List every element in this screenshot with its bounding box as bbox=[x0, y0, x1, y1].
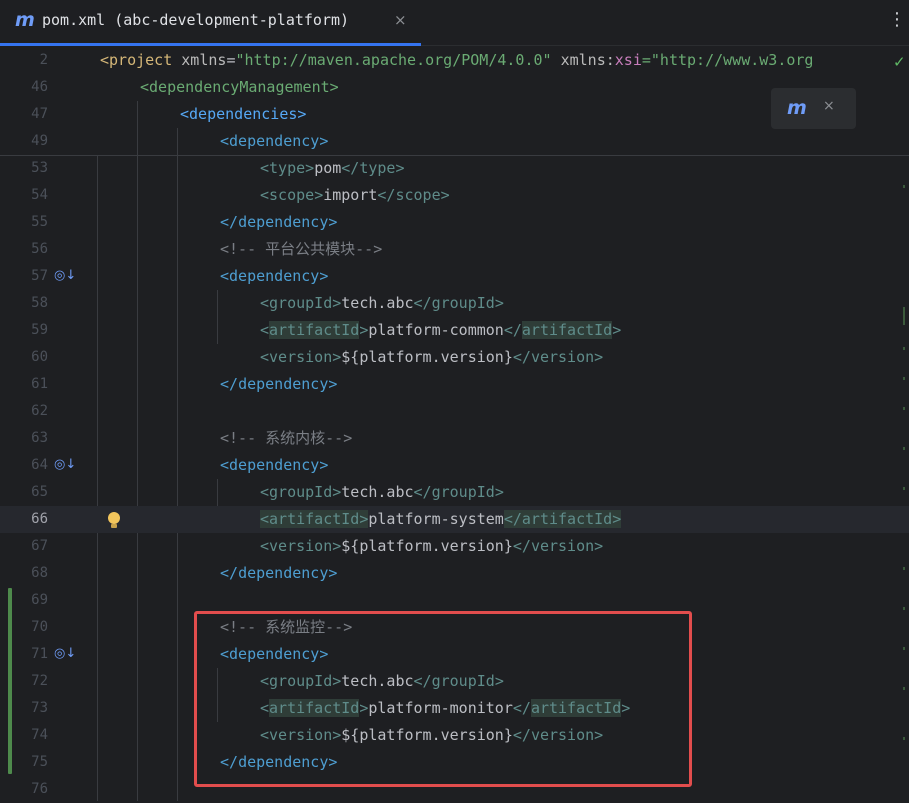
code-text: <artifactId>platform-common</artifactId> bbox=[260, 321, 622, 339]
code-line: 49 <dependency> bbox=[0, 128, 909, 155]
navigate-to-module-icon[interactable]: ◎↓ bbox=[54, 457, 76, 472]
scrollbar-marker[interactable] bbox=[903, 377, 905, 380]
line-number: 61 bbox=[31, 376, 48, 392]
code-text: <version>${platform.version}</version> bbox=[260, 537, 604, 555]
code-line: 54 <scope>import</scope> bbox=[0, 182, 909, 209]
code-line: 53 <type>pom</type> bbox=[0, 155, 909, 182]
code-line: 58 <groupId>tech.abc</groupId> bbox=[0, 290, 909, 317]
code-line: 55 </dependency> bbox=[0, 209, 909, 236]
code-line: 68 </dependency> bbox=[0, 560, 909, 587]
maven-reload-popup: m × bbox=[771, 88, 856, 129]
line-number: 70 bbox=[31, 619, 48, 635]
maven-file-icon: m bbox=[15, 9, 35, 31]
highlight-annotation-box bbox=[194, 611, 692, 787]
tab-title: pom.xml (abc-development-platform) bbox=[42, 11, 350, 29]
code-line: 63 <!-- 系统内核--> bbox=[0, 425, 909, 452]
line-number: 67 bbox=[31, 538, 48, 554]
code-text: <artifactId>platform-system</artifactId> bbox=[260, 510, 622, 528]
line-number: 49 bbox=[31, 133, 48, 149]
checkmark-icon: ✓ bbox=[893, 53, 906, 71]
editor-tab-bar: m pom.xml (abc-development-platform) × ⋮ bbox=[0, 0, 909, 46]
code-line: 62 bbox=[0, 398, 909, 425]
code-text: <groupId>tech.abc</groupId> bbox=[260, 483, 504, 501]
scrollbar-marker[interactable] bbox=[903, 407, 905, 410]
comment-text: <!-- 平台公共模块--> bbox=[220, 240, 383, 258]
line-number: 56 bbox=[31, 241, 48, 257]
navigate-to-module-icon[interactable]: ◎↓ bbox=[54, 268, 76, 283]
code-line: 57 ◎↓ <dependency> bbox=[0, 263, 909, 290]
code-line: 59 <artifactId>platform-common</artifact… bbox=[0, 317, 909, 344]
line-number: 68 bbox=[31, 565, 48, 581]
more-options-icon[interactable]: ⋮ bbox=[888, 9, 906, 30]
active-tab-indicator bbox=[0, 43, 421, 46]
line-number: 69 bbox=[31, 592, 48, 608]
line-number: 59 bbox=[31, 322, 48, 338]
line-number: 54 bbox=[31, 187, 48, 203]
line-number: 58 bbox=[31, 295, 48, 311]
line-number: 64 bbox=[31, 457, 48, 473]
close-icon[interactable]: × bbox=[823, 98, 835, 114]
comment-text: <!-- 系统内核--> bbox=[220, 429, 353, 447]
lightbulb-icon[interactable] bbox=[108, 512, 120, 528]
scrollbar-marker[interactable] bbox=[903, 447, 905, 450]
navigate-to-module-icon[interactable]: ◎↓ bbox=[54, 646, 76, 661]
scrollbar-marker[interactable] bbox=[903, 567, 905, 570]
scrollbar-marker[interactable] bbox=[903, 347, 905, 350]
line-number: 57 bbox=[31, 268, 48, 284]
code-line: 69 bbox=[0, 587, 909, 614]
line-number: 47 bbox=[31, 106, 48, 122]
line-number: 60 bbox=[31, 349, 48, 365]
code-text: <scope>import</scope> bbox=[260, 186, 450, 204]
line-number: 63 bbox=[31, 430, 48, 446]
line-number: 74 bbox=[31, 727, 48, 743]
code-line: 61 </dependency> bbox=[0, 371, 909, 398]
maven-reload-icon[interactable]: m bbox=[787, 97, 807, 119]
code-text: <project xmlns="http://maven.apache.org/… bbox=[100, 51, 814, 69]
code-text: <groupId>tech.abc</groupId> bbox=[260, 294, 504, 312]
code-text: <dependencyManagement> bbox=[140, 78, 339, 96]
line-number: 53 bbox=[31, 160, 48, 176]
code-text: <version>${platform.version}</version> bbox=[260, 348, 604, 366]
code-line: 56 <!-- 平台公共模块--> bbox=[0, 236, 909, 263]
code-text: </dependency> bbox=[220, 564, 338, 582]
line-number: 46 bbox=[31, 79, 48, 95]
code-text: <dependency> bbox=[220, 267, 329, 285]
scrollbar-marker[interactable] bbox=[903, 307, 905, 325]
code-text: <type>pom</type> bbox=[260, 159, 405, 177]
code-text: <dependency> bbox=[220, 456, 329, 474]
line-number: 76 bbox=[31, 781, 48, 797]
line-number: 75 bbox=[31, 754, 48, 770]
line-number: 65 bbox=[31, 484, 48, 500]
scrollbar-marker[interactable] bbox=[903, 607, 905, 610]
line-number: 72 bbox=[31, 673, 48, 689]
code-text: <dependencies> bbox=[180, 105, 307, 123]
code-line: 67 <version>${platform.version}</version… bbox=[0, 533, 909, 560]
line-number: 2 bbox=[39, 52, 48, 68]
line-number: 62 bbox=[31, 403, 48, 419]
code-line: 2 <project xmlns="http://maven.apache.or… bbox=[0, 47, 909, 74]
code-text: </dependency> bbox=[220, 213, 338, 231]
code-text: </dependency> bbox=[220, 375, 338, 393]
tab-pom-xml[interactable]: m pom.xml (abc-development-platform) × bbox=[0, 0, 421, 46]
line-number: 55 bbox=[31, 214, 48, 230]
scrollbar-marker[interactable] bbox=[903, 687, 905, 690]
scrollbar-marker[interactable] bbox=[903, 185, 905, 188]
line-number: 73 bbox=[31, 700, 48, 716]
scrollbar-marker[interactable] bbox=[903, 737, 905, 740]
code-text: <dependency> bbox=[220, 132, 329, 150]
current-code-line: 66 <artifactId>platform-system</artifact… bbox=[0, 506, 909, 533]
code-line: 60 <version>${platform.version}</version… bbox=[0, 344, 909, 371]
scrollbar-marker[interactable] bbox=[903, 487, 905, 490]
code-line: 64 ◎↓ <dependency> bbox=[0, 452, 909, 479]
close-icon[interactable]: × bbox=[394, 11, 407, 29]
line-number: 66 bbox=[31, 511, 48, 527]
line-number: 71 bbox=[31, 646, 48, 662]
scrollbar-marker[interactable] bbox=[903, 647, 905, 650]
code-line: 65 <groupId>tech.abc</groupId> bbox=[0, 479, 909, 506]
